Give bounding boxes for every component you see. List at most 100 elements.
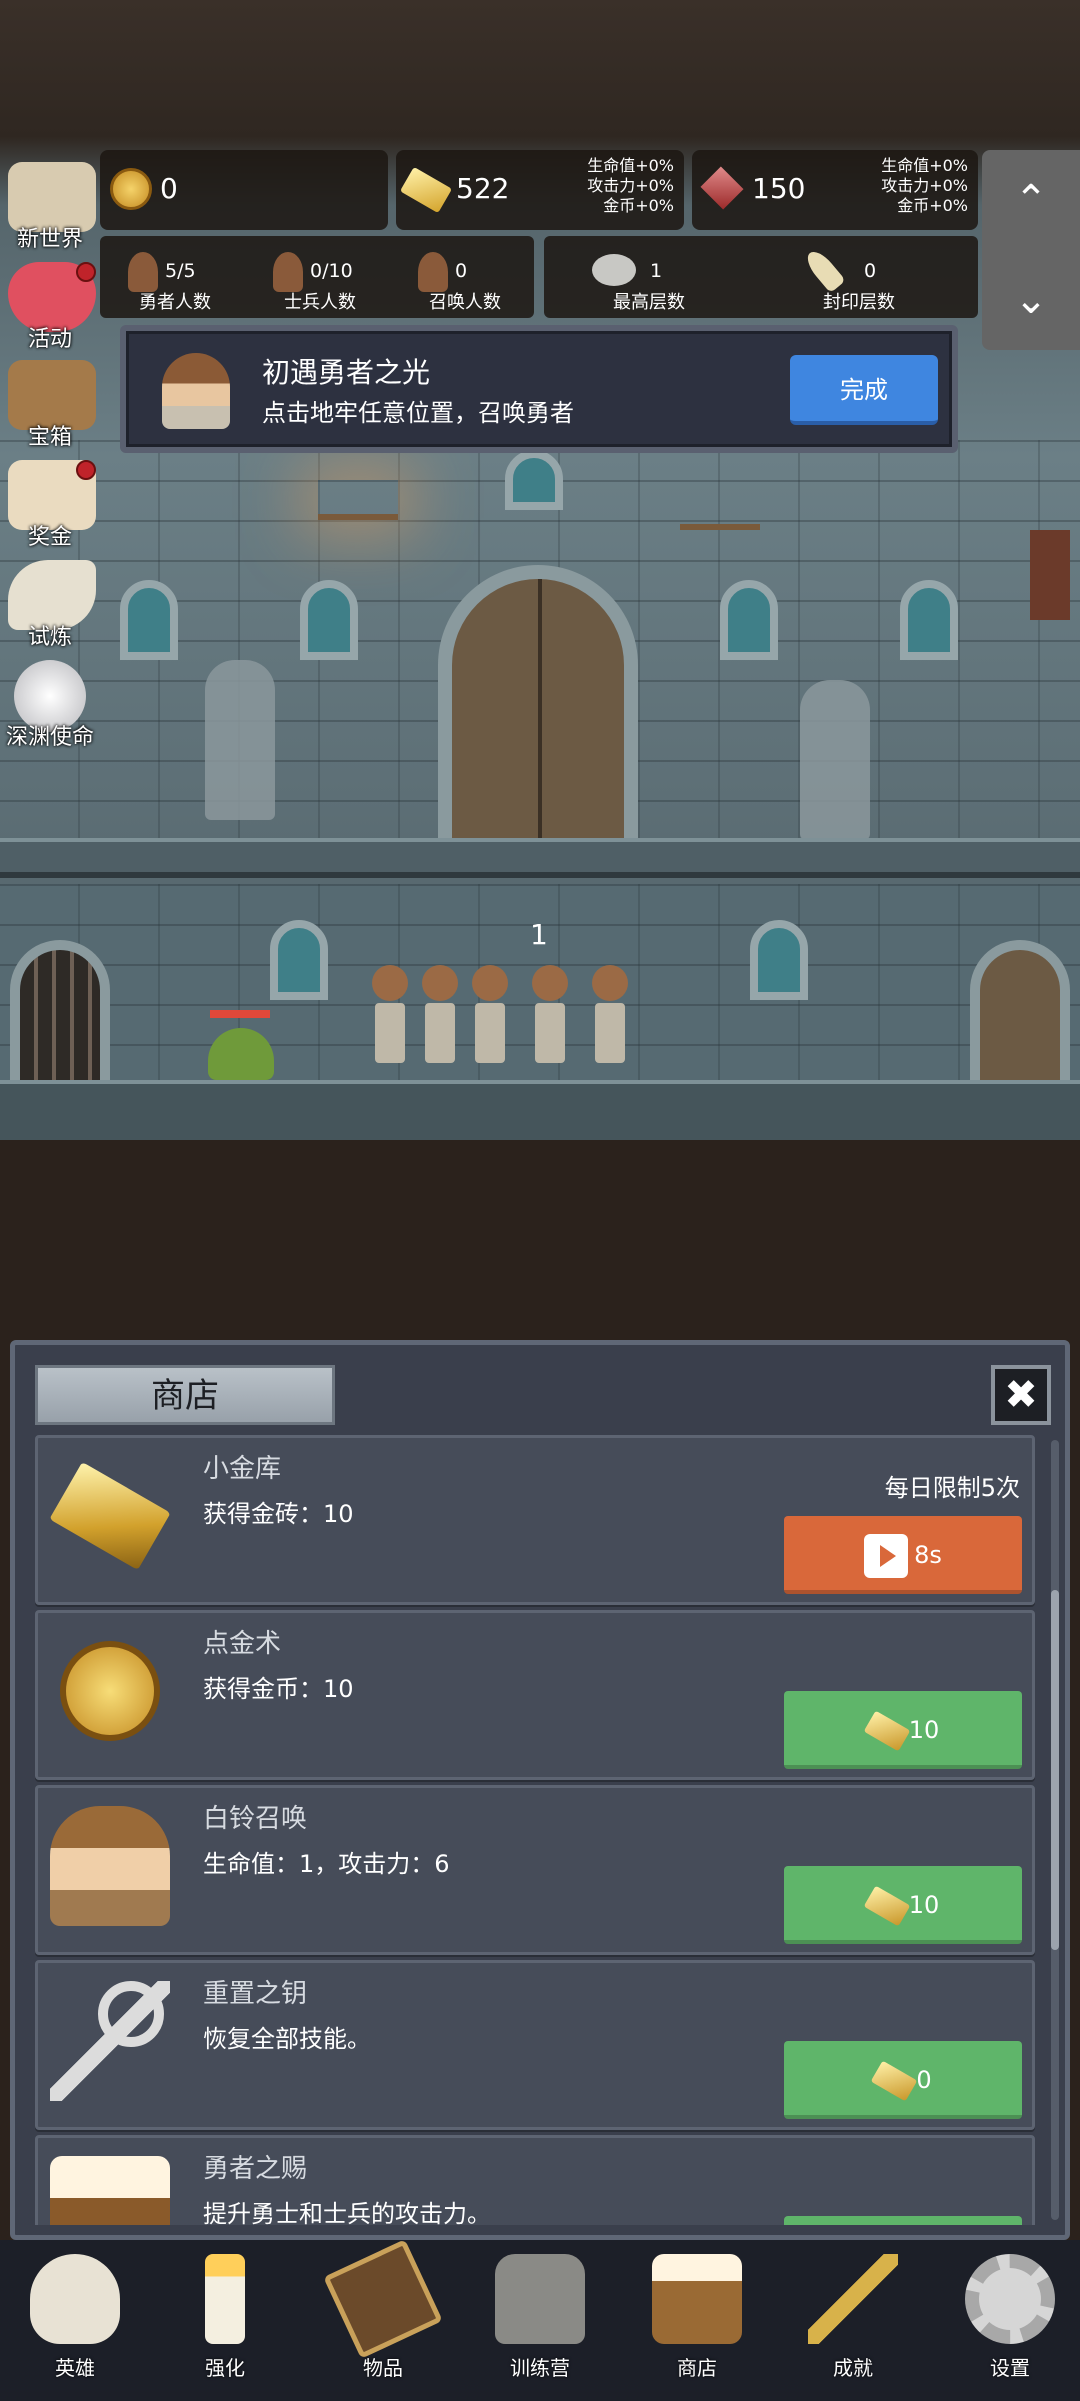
gold-brick-icon: [871, 2060, 918, 2102]
item-description: 提升勇士和士兵的攻击力。: [203, 2200, 491, 2225]
nav-tab-items[interactable]: 物品: [308, 2239, 458, 2398]
gold-coin-icon: [60, 1641, 160, 1741]
side-item-bonus[interactable]: 奖金: [0, 456, 100, 551]
window: [720, 580, 778, 660]
shop-item: 点金术 获得金币：10 10: [35, 1610, 1035, 1780]
max-floor: 1 最高层数: [544, 236, 754, 318]
bonus-hp: 生命值+0%: [587, 156, 674, 175]
gem-counter: 150 生命值+0% 攻击力+0% 金币+0%: [692, 150, 978, 230]
gold-brick-icon: [49, 1461, 171, 1571]
window: [900, 580, 958, 660]
quest-complete-button[interactable]: 完成: [790, 355, 938, 425]
window: [505, 450, 563, 510]
buy-button[interactable]: [784, 2216, 1022, 2225]
hero-unit: [470, 965, 510, 1075]
upper-floor: [0, 838, 1080, 878]
gold-brick-bonus: 生命值+0% 攻击力+0% 金币+0%: [587, 156, 674, 216]
daily-limit: 每日限制5次: [884, 1474, 1020, 1502]
floor-scroll-control: ⌃ ⌄: [982, 150, 1080, 350]
chevron-up-icon[interactable]: ⌃: [982, 150, 1080, 250]
quest-title: 初遇勇者之光: [262, 356, 431, 389]
lantern-icon: [495, 2254, 585, 2344]
nav-tab-training[interactable]: 训练营: [465, 2248, 615, 2398]
shop-item: 小金库 获得金砖：10 每日限制5次 8s: [35, 1435, 1035, 1605]
quest-banner: 初遇勇者之光 点击地牢任意位置，召唤勇者 完成: [120, 325, 958, 453]
quest-description: 点击地牢任意位置，召唤勇者: [262, 399, 574, 427]
hero-unit: [370, 965, 410, 1075]
gold-coin-counter: 0: [100, 150, 388, 230]
gem-value: 150: [752, 172, 806, 205]
chandelier-lit: [318, 480, 398, 520]
knight-statue: [205, 660, 275, 820]
window: [300, 580, 358, 660]
item-description: 恢复全部技能。: [203, 2025, 371, 2053]
ad-timer: 8s: [914, 1541, 942, 1569]
beer-mug-icon: [50, 2156, 170, 2225]
book-icon: [323, 2239, 443, 2359]
notification-badge: [76, 460, 96, 480]
gear-icon: [965, 2254, 1055, 2344]
side-item-event[interactable]: 活动: [0, 258, 100, 353]
wall-banner: [1030, 530, 1070, 620]
gold-brick-icon: [399, 166, 453, 214]
nav-tab-shop[interactable]: 商店: [622, 2248, 772, 2398]
shop-item: 重置之钥 恢复全部技能。 0: [35, 1960, 1035, 2130]
item-name: 勇者之赐: [203, 2154, 308, 2184]
nav-tab-achievements[interactable]: 成就: [778, 2248, 928, 2398]
bonus-gold: 金币+0%: [897, 196, 968, 215]
item-description: 获得金币：10: [203, 1675, 354, 1703]
chevron-down-icon[interactable]: ⌄: [982, 250, 1080, 350]
side-item-chest[interactable]: 宝箱: [0, 356, 100, 451]
item-description: 获得金砖：10: [203, 1500, 354, 1528]
knight-statue: [800, 680, 870, 840]
item-price: 10: [908, 1716, 940, 1744]
item-price: 0: [916, 2066, 932, 2094]
beer-mug-icon: [652, 2254, 742, 2344]
item-name: 白铃召唤: [203, 1804, 308, 1834]
shop-item-list[interactable]: 小金库 获得金砖：10 每日限制5次 8s 点金术 获得金币：10 10 白铃召…: [35, 1435, 1035, 2225]
bonus-hp: 生命值+0%: [881, 156, 968, 175]
item-name: 点金术: [203, 1629, 282, 1659]
soldier-icon: [273, 252, 303, 292]
close-icon[interactable]: ✖: [991, 1365, 1051, 1425]
hero-avatar: [162, 353, 230, 429]
seal-floor: 0 封印层数: [754, 236, 964, 318]
nav-tab-heroes[interactable]: 英雄: [0, 2248, 150, 2398]
unit-stats: 5/5 勇者人数 0/10 士兵人数 0 召唤人数: [100, 236, 534, 318]
video-play-icon: [864, 1534, 909, 1578]
gold-coin-value: 0: [160, 172, 178, 205]
nav-tab-settings[interactable]: 设置: [935, 2248, 1080, 2398]
stone-icon: [592, 254, 636, 286]
window: [750, 920, 808, 1000]
bonus-gold: 金币+0%: [603, 196, 674, 215]
item-price: 10: [908, 1891, 940, 1919]
buy-button[interactable]: 10: [784, 1866, 1022, 1944]
item-name: 小金库: [203, 1454, 282, 1484]
item-name: 重置之钥: [203, 1979, 308, 2009]
summon-girl-icon: [50, 1806, 170, 1926]
buy-button[interactable]: 10: [784, 1691, 1022, 1769]
shop-scrollbar[interactable]: [1051, 1440, 1059, 2220]
nav-tab-upgrade[interactable]: 强化: [150, 2248, 300, 2398]
bottom-nav: 英雄 强化 物品 训练营 商店 成就 设置: [0, 2239, 1080, 2401]
soldier-count: 0/10 士兵人数: [245, 236, 395, 318]
window: [120, 580, 178, 660]
key-icon: [50, 1981, 170, 2101]
gold-brick-icon: [863, 1710, 911, 1752]
scrollbar-thumb[interactable]: [1051, 1590, 1059, 1950]
bonus-atk: 攻击力+0%: [881, 176, 968, 195]
gem-icon: [700, 166, 744, 210]
left-gate: [10, 940, 110, 1080]
side-item-new-world[interactable]: 新世界: [0, 158, 100, 253]
notification-badge: [76, 262, 96, 282]
window: [270, 920, 328, 1000]
right-gate: [970, 940, 1070, 1080]
summon-icon: [418, 252, 448, 292]
side-item-trial[interactable]: 试炼: [0, 556, 100, 651]
buy-button[interactable]: 0: [784, 2041, 1022, 2119]
hero-unit: [420, 965, 460, 1075]
candle-icon: [205, 2254, 245, 2344]
watch-ad-button[interactable]: 8s: [784, 1516, 1022, 1594]
key-icon: [808, 2254, 898, 2344]
side-item-abyss-mission[interactable]: 深渊使命: [0, 656, 100, 751]
